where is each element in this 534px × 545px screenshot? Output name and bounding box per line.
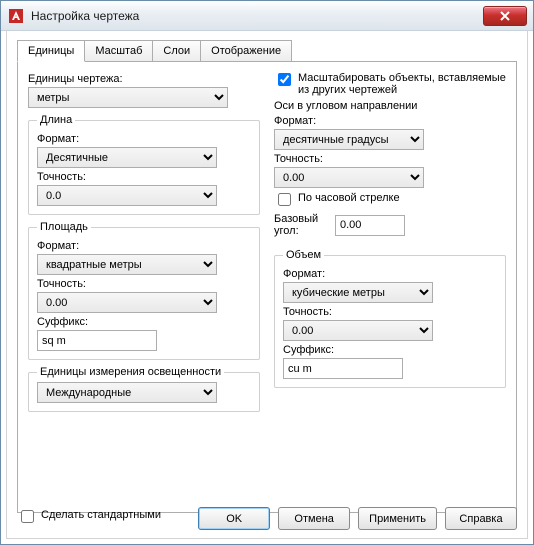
titlebar: Настройка чертежа xyxy=(1,1,533,31)
apply-button[interactable]: Применить xyxy=(358,507,437,530)
tab-scale[interactable]: Масштаб xyxy=(84,40,153,62)
base-angle-label: Базовый угол: xyxy=(274,213,329,237)
length-format-select[interactable]: Десятичные xyxy=(37,147,217,168)
group-length: Длина Формат: Десятичные Точность: 0.0 xyxy=(28,114,260,215)
group-volume-legend: Объем xyxy=(283,249,324,261)
area-precision-label: Точность: xyxy=(37,278,251,290)
group-length-legend: Длина xyxy=(37,114,75,126)
window-title: Настройка чертежа xyxy=(31,9,483,23)
group-lighting-legend: Единицы измерения освещенности xyxy=(37,366,224,378)
ok-button[interactable]: OK xyxy=(198,507,270,530)
drawing-units-label: Единицы чертежа: xyxy=(28,73,260,85)
tab-display[interactable]: Отображение xyxy=(200,40,292,62)
dialog-window: Настройка чертежа Единицы Масштаб Слои О… xyxy=(0,0,534,545)
length-precision-select[interactable]: 0.0 xyxy=(37,185,217,206)
angles-heading: Оси в угловом направлении xyxy=(274,100,506,112)
help-button[interactable]: Справка xyxy=(445,507,517,530)
angle-format-label: Формат: xyxy=(274,115,506,127)
close-button[interactable] xyxy=(483,6,527,26)
cancel-button[interactable]: Отмена xyxy=(278,507,350,530)
app-icon xyxy=(7,7,25,25)
area-suffix-label: Суффикс: xyxy=(37,316,251,328)
volume-precision-select[interactable]: 0.00 xyxy=(283,320,433,341)
area-format-label: Формат: xyxy=(37,240,251,252)
volume-suffix-label: Суффикс: xyxy=(283,344,497,356)
angle-format-select[interactable]: десятичные градусы xyxy=(274,129,424,150)
area-precision-select[interactable]: 0.00 xyxy=(37,292,217,313)
volume-format-label: Формат: xyxy=(283,268,497,280)
clockwise-label: По часовой стрелке xyxy=(298,192,400,204)
tab-layers[interactable]: Слои xyxy=(152,40,201,62)
tabstrip: Единицы Масштаб Слои Отображение xyxy=(17,39,527,61)
base-angle-input[interactable] xyxy=(335,215,405,236)
clockwise-checkbox[interactable] xyxy=(278,193,291,206)
area-suffix-input[interactable] xyxy=(37,330,157,351)
volume-format-select[interactable]: кубические метры xyxy=(283,282,433,303)
tab-units[interactable]: Единицы xyxy=(17,40,85,62)
lighting-select[interactable]: Международные xyxy=(37,382,217,403)
scale-inserted-checkbox[interactable] xyxy=(278,73,291,86)
client-area: Единицы Масштаб Слои Отображение Единицы… xyxy=(6,31,528,539)
volume-precision-label: Точность: xyxy=(283,306,497,318)
tab-panel-units: Единицы чертежа: метры Длина Формат: Дес… xyxy=(17,61,517,513)
drawing-units-select[interactable]: метры xyxy=(28,87,228,108)
make-default-label: Сделать стандартными xyxy=(41,509,161,521)
angle-precision-label: Точность: xyxy=(274,153,506,165)
length-format-label: Формат: xyxy=(37,133,251,145)
make-default-checkbox[interactable] xyxy=(21,510,34,523)
group-volume: Объем Формат: кубические метры Точность:… xyxy=(274,249,506,388)
group-area-legend: Площадь xyxy=(37,221,91,233)
group-lighting: Единицы измерения освещенности Междунаро… xyxy=(28,366,260,412)
volume-suffix-input[interactable] xyxy=(283,358,403,379)
angle-precision-select[interactable]: 0.00 xyxy=(274,167,424,188)
scale-inserted-label: Масштабировать объекты, вставляемые из д… xyxy=(298,72,506,96)
length-precision-label: Точность: xyxy=(37,171,251,183)
area-format-select[interactable]: квадратные метры xyxy=(37,254,217,275)
dialog-buttons: Сделать стандартными OK Отмена Применить… xyxy=(17,507,517,530)
group-area: Площадь Формат: квадратные метры Точност… xyxy=(28,221,260,360)
